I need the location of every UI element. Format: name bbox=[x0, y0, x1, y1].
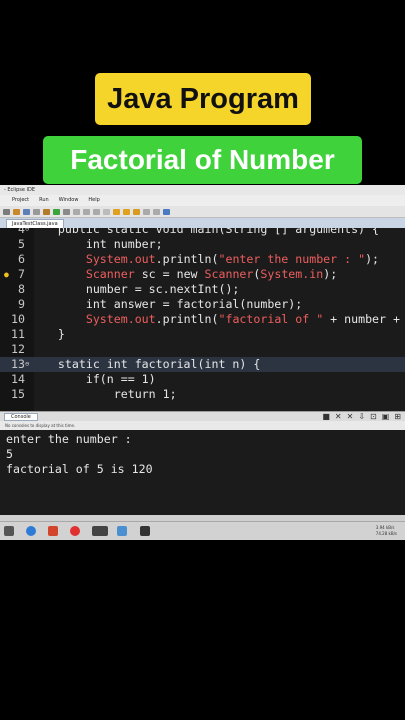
editor-tab-row: JavaTestClass.java bbox=[0, 218, 405, 228]
forward-icon[interactable] bbox=[143, 208, 150, 215]
line-number: 13 bbox=[11, 357, 25, 371]
code-line: 13 ⊖ static int factorial(int n) { bbox=[0, 357, 405, 372]
start-icon[interactable] bbox=[4, 526, 14, 536]
code-line: 12 bbox=[0, 342, 405, 357]
taskbar: 3.94 kB/s 74.28 kB/s bbox=[0, 521, 405, 540]
line-number: 9 bbox=[18, 297, 25, 311]
console-tab[interactable]: Console bbox=[4, 413, 38, 421]
task-icon[interactable] bbox=[103, 208, 110, 215]
code-line: 10 System.out.println("factorial of " + … bbox=[0, 312, 405, 327]
menu-window[interactable]: Window bbox=[59, 195, 79, 206]
code-text: System.out.println("factorial of " + num… bbox=[85, 312, 405, 326]
line-number: 15 bbox=[11, 387, 25, 401]
menu-bar: Project Run Window Help bbox=[0, 195, 405, 206]
code-text: } bbox=[30, 327, 65, 341]
toolbar bbox=[0, 206, 405, 218]
warning-marker-icon[interactable]: ● bbox=[4, 267, 9, 282]
code-line: 9 int answer = factorial(number); bbox=[0, 297, 405, 312]
new-file-icon[interactable] bbox=[3, 208, 10, 215]
code-text: public static void main(String [] argume… bbox=[30, 228, 380, 236]
app-icon[interactable] bbox=[48, 526, 58, 536]
code-text: int number; bbox=[30, 237, 163, 251]
chrome-icon[interactable] bbox=[26, 526, 36, 536]
console-header: Console ■ ✕ ✕ ⇩ ⊡ ▣ ⊞ bbox=[0, 411, 405, 421]
open-console-icon[interactable]: ⊞ bbox=[394, 413, 401, 421]
code-line: 8 number = sc.nextInt(); bbox=[0, 282, 405, 297]
line-number: 12 bbox=[11, 342, 25, 356]
line-number: 14 bbox=[11, 372, 25, 386]
window-title: - Eclipse IDE bbox=[0, 185, 405, 195]
comment-icon[interactable] bbox=[83, 208, 90, 215]
line-number: 8 bbox=[18, 282, 25, 296]
code-text: System.out.println("enter the number : "… bbox=[85, 252, 380, 266]
eclipse-ide-window: - Eclipse IDE Project Run Window Help Ja… bbox=[0, 185, 405, 540]
console-line: factorial of 5 is 120 bbox=[6, 462, 153, 476]
calculator-icon[interactable] bbox=[140, 526, 150, 536]
line-number: 10 bbox=[11, 312, 25, 326]
opera-icon[interactable] bbox=[70, 526, 80, 536]
search-icon[interactable] bbox=[63, 208, 70, 215]
fold-icon[interactable]: ⊖ bbox=[25, 357, 29, 372]
terminate-icon[interactable]: ■ bbox=[322, 413, 330, 421]
back-icon[interactable] bbox=[133, 208, 140, 215]
code-line: 5 int number; bbox=[0, 237, 405, 252]
menu-project[interactable]: Project bbox=[12, 195, 29, 206]
code-text: if(n == 1) bbox=[30, 372, 156, 386]
code-line: 14 if(n == 1) bbox=[0, 372, 405, 387]
code-text: Scanner sc = new Scanner(System.in); bbox=[85, 267, 338, 281]
fold-icon[interactable]: ⊖ bbox=[25, 228, 29, 237]
video-subtitle-banner: Factorial of Number bbox=[43, 136, 362, 184]
console-line: enter the number : bbox=[6, 432, 132, 446]
format-icon[interactable] bbox=[73, 208, 80, 215]
line-number: 6 bbox=[18, 252, 25, 266]
console-note: No consoles to display at this time. bbox=[0, 421, 405, 430]
code-line: 7 ● Scanner sc = new Scanner(System.in); bbox=[0, 267, 405, 282]
code-text: number = sc.nextInt(); bbox=[30, 282, 240, 296]
perspective-icon[interactable] bbox=[163, 208, 170, 215]
network-speed: 3.94 kB/s 74.28 kB/s bbox=[375, 525, 397, 536]
next-annotation-icon[interactable] bbox=[123, 208, 130, 215]
pin-icon[interactable] bbox=[153, 208, 160, 215]
menu-run[interactable]: Run bbox=[39, 195, 49, 206]
line-number: 5 bbox=[18, 237, 25, 251]
annotation-icon[interactable] bbox=[113, 208, 120, 215]
outline-icon[interactable] bbox=[93, 208, 100, 215]
scroll-lock-icon[interactable]: ⇩ bbox=[358, 413, 365, 421]
remove-all-icon[interactable]: ✕ bbox=[347, 413, 354, 421]
save-icon[interactable] bbox=[23, 208, 30, 215]
explorer-icon[interactable] bbox=[117, 526, 127, 536]
run-icon[interactable] bbox=[53, 208, 60, 215]
code-text: return 1; bbox=[30, 387, 177, 401]
open-icon[interactable] bbox=[13, 208, 20, 215]
video-title-banner: Java Program bbox=[95, 73, 311, 125]
print-icon[interactable] bbox=[33, 208, 40, 215]
editor-tab-javatestclass[interactable]: JavaTestClass.java bbox=[6, 219, 64, 228]
code-line: 11 } bbox=[0, 327, 405, 342]
code-text: int answer = factorial(number); bbox=[30, 297, 303, 311]
code-text: static int factorial(int n) { bbox=[30, 357, 261, 371]
line-number: 11 bbox=[11, 327, 25, 341]
code-editor[interactable]: 4 ⊖ public static void main(String [] arg… bbox=[0, 228, 405, 411]
console-output[interactable]: enter the number : 5 factorial of 5 is 1… bbox=[0, 430, 405, 515]
code-line: 15 return 1; bbox=[0, 387, 405, 402]
remove-launch-icon[interactable]: ✕ bbox=[335, 413, 342, 421]
menu-help[interactable]: Help bbox=[88, 195, 99, 206]
code-line: 4 ⊖ public static void main(String [] arg… bbox=[0, 228, 405, 237]
pin-console-icon[interactable]: ⊡ bbox=[370, 413, 377, 421]
debug-icon[interactable] bbox=[43, 208, 50, 215]
code-line: 6 System.out.println("enter the number :… bbox=[0, 252, 405, 267]
console-toolbar: ■ ✕ ✕ ⇩ ⊡ ▣ ⊞ bbox=[322, 413, 401, 421]
eclipse-taskbar-icon[interactable] bbox=[92, 526, 108, 536]
console-line: 5 bbox=[6, 447, 13, 461]
line-number: 4 bbox=[18, 228, 25, 236]
display-console-icon[interactable]: ▣ bbox=[382, 413, 390, 421]
